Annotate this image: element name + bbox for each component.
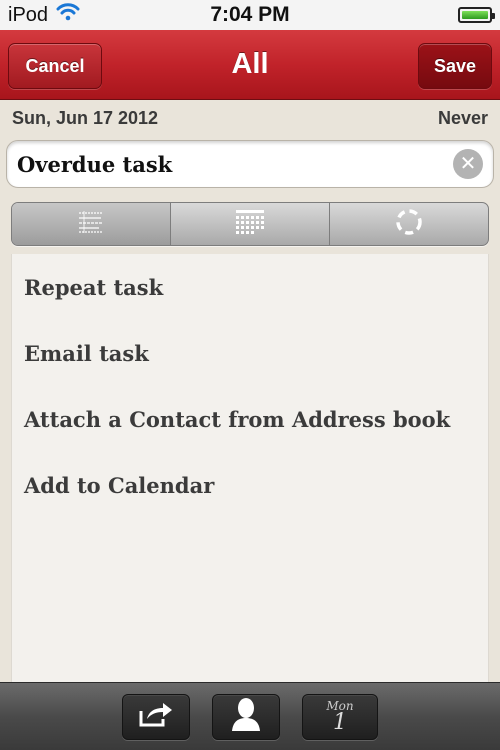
action-list: Repeat task Email task Attach a Contact … <box>11 254 489 682</box>
person-icon <box>231 697 261 736</box>
device-name: iPod <box>8 3 49 26</box>
contact-button[interactable] <box>212 693 280 740</box>
segmented-control <box>11 202 489 246</box>
calendar-grid-icon <box>235 209 265 240</box>
notes-lines-icon <box>77 210 105 239</box>
save-button[interactable]: Save <box>418 43 492 89</box>
status-left: iPod <box>8 3 80 27</box>
dashed-circle-icon <box>394 207 424 242</box>
tab-notes[interactable] <box>12 203 171 245</box>
bottom-toolbar: Mon 1 <box>0 682 500 750</box>
repeat-task-item[interactable]: Repeat task <box>12 254 488 320</box>
wifi-icon <box>56 3 80 27</box>
calendar-date-label: 1 <box>333 709 347 735</box>
add-to-calendar-item[interactable]: Add to Calendar <box>12 452 488 518</box>
status-bar: iPod 7:04 PM <box>0 0 500 30</box>
clear-icon[interactable]: ✕ <box>453 149 483 179</box>
calendar-button[interactable]: Mon 1 <box>302 693 378 740</box>
battery-fill <box>462 11 488 19</box>
attach-contact-item[interactable]: Attach a Contact from Address book <box>12 386 488 452</box>
nav-title: All <box>231 48 269 80</box>
nav-bar: Cancel All Save <box>0 30 500 100</box>
due-date[interactable]: Sun, Jun 17 2012 <box>12 108 158 129</box>
cancel-button[interactable]: Cancel <box>8 43 102 89</box>
repeat-value[interactable]: Never <box>438 108 488 129</box>
task-field: ✕ <box>6 140 494 188</box>
share-button[interactable] <box>122 693 190 740</box>
battery-icon <box>458 7 495 23</box>
tab-calendar[interactable] <box>171 203 330 245</box>
task-title-input[interactable] <box>17 151 453 177</box>
date-row: Sun, Jun 17 2012 Never <box>0 100 500 136</box>
tab-reminder[interactable] <box>330 203 488 245</box>
email-task-item[interactable]: Email task <box>12 320 488 386</box>
share-icon <box>137 699 175 734</box>
